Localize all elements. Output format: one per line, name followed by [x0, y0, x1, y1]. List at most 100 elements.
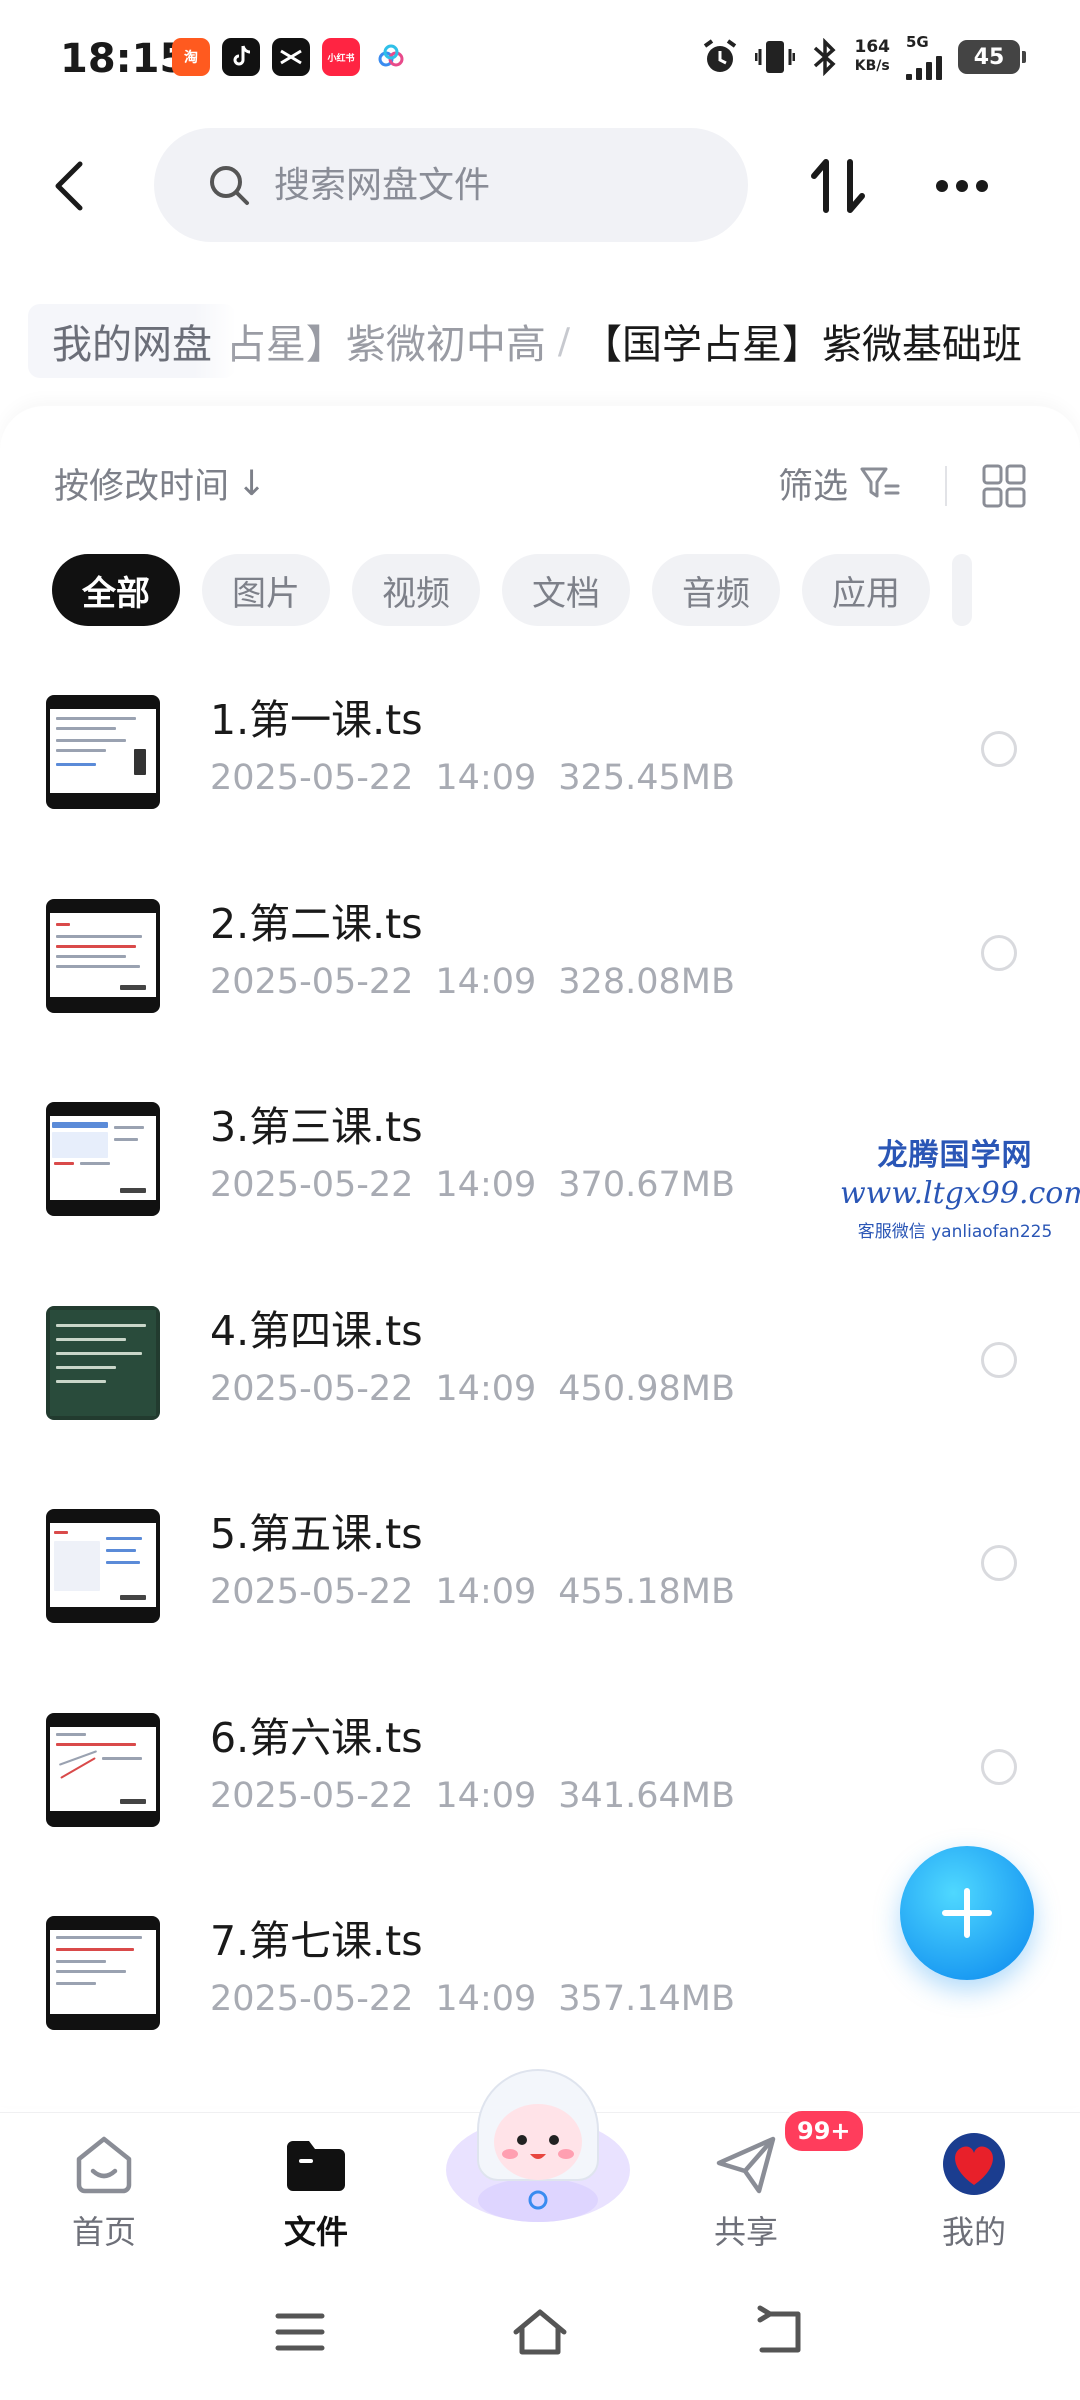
- file-name: 1.第一课.ts: [210, 696, 423, 744]
- sort-order-icon[interactable]: [806, 154, 870, 218]
- sort-label: 按修改时间: [54, 467, 230, 507]
- file-meta: 2025-05-22 14:09 325.45MB: [210, 758, 735, 798]
- breadcrumb-parent-folder[interactable]: 占星】紫微初中高: [226, 312, 546, 370]
- vibrate-icon: [754, 41, 795, 73]
- system-status-icons: 164 KB/s 5G 45: [701, 34, 1026, 80]
- share-notification-badge: 99+: [782, 2108, 866, 2154]
- more-dot-icon: [936, 180, 948, 192]
- plus-icon: [942, 1888, 992, 1938]
- breadcrumb-path: 占星】紫微初中高 / 【国学占星】紫微基础班: [226, 312, 1022, 370]
- file-time: 14:09: [435, 961, 537, 1002]
- file-meta: 2025-05-22 14:09 341.64MB: [210, 1776, 735, 1816]
- file-row[interactable]: 4.第四课.ts 2025-05-22 14:09 450.98MB: [0, 1287, 1080, 1491]
- back-arrow-icon[interactable]: [42, 156, 102, 216]
- file-date: 2025-05-22: [210, 1775, 414, 1816]
- search-bar[interactable]: [154, 128, 748, 242]
- file-time: 14:09: [435, 1775, 537, 1816]
- select-radio[interactable]: [981, 1341, 1017, 1378]
- chip-all[interactable]: 全部: [52, 554, 180, 626]
- battery-indicator: 45: [958, 40, 1026, 74]
- chip-images[interactable]: 图片: [202, 554, 330, 626]
- file-name: 4.第四课.ts: [210, 1306, 423, 1355]
- file-name: 2.第二课.ts: [210, 899, 423, 948]
- status-bar: 18:15 淘 小红书 164 KB/s 5G 45: [0, 0, 1080, 120]
- file-meta: 2025-05-22 14:09 455.18MB: [210, 1572, 735, 1612]
- watermark: 龙腾国学网 www.ltgx99.com 客服微信 yanliaofan225: [840, 1130, 1080, 1242]
- nav-mine-label: 我的: [941, 2213, 1006, 2251]
- file-row[interactable]: 5.第五课.ts 2025-05-22 14:09 455.18MB: [0, 1490, 1080, 1694]
- file-time: 14:09: [435, 1979, 537, 2019]
- file-time: 14:09: [435, 1165, 537, 1205]
- back-button-icon[interactable]: [750, 2302, 810, 2362]
- nav-files[interactable]: 文件: [256, 2113, 376, 2263]
- add-button[interactable]: [900, 1846, 1034, 1980]
- menu-icon[interactable]: [270, 2302, 330, 2362]
- file-date: 2025-05-22: [210, 1979, 414, 2019]
- sort-by-modified-time-button[interactable]: 按修改时间 ↓: [54, 458, 266, 509]
- nav-mine[interactable]: 我的: [914, 2113, 1034, 2263]
- file-size: 325.45MB: [558, 758, 735, 798]
- status-time: 18:15: [60, 36, 188, 82]
- chip-audio[interactable]: 音频: [652, 554, 780, 626]
- filter-label: 筛选: [778, 467, 849, 507]
- chip-more-partial[interactable]: [952, 554, 972, 626]
- alarm-icon: [703, 39, 736, 72]
- file-row[interactable]: 2.第二课.ts 2025-05-22 14:09 328.08MB: [0, 880, 1080, 1084]
- video-thumbnail: [46, 695, 160, 809]
- select-radio[interactable]: [981, 1545, 1017, 1581]
- network-speed: 164 KB/s: [854, 37, 891, 75]
- file-date: 2025-05-22: [210, 961, 414, 1002]
- search-input[interactable]: [272, 163, 716, 207]
- mascot-ai-assistant-button[interactable]: [428, 2050, 648, 2230]
- search-icon: [210, 166, 249, 205]
- file-size: 328.08MB: [558, 961, 735, 1002]
- grid-view-icon[interactable]: [982, 464, 1026, 508]
- file-meta: 2025-05-22 14:09 328.08MB: [210, 962, 735, 1002]
- video-thumbnail: [46, 1509, 160, 1623]
- breadcrumb-current-folder: 【国学占星】紫微基础班: [582, 322, 1022, 368]
- top-bar: [0, 128, 1080, 244]
- video-thumbnail: [46, 898, 160, 1013]
- bluetooth-icon: [813, 38, 836, 76]
- nav-home[interactable]: 首页: [44, 2113, 164, 2263]
- send-icon: [716, 2136, 776, 2194]
- file-size: 357.14MB: [558, 1979, 735, 2019]
- select-radio[interactable]: [981, 934, 1017, 971]
- avatar: [943, 2133, 1005, 2195]
- home-icon: [76, 2136, 132, 2194]
- xiaohongshu-app-icon: 小红书: [322, 38, 360, 76]
- system-navigation-bar: [0, 2262, 1080, 2400]
- select-radio[interactable]: [981, 1748, 1017, 1785]
- more-options-button[interactable]: [930, 154, 994, 218]
- chip-videos[interactable]: 视频: [352, 554, 480, 626]
- chip-apps[interactable]: 应用: [802, 554, 930, 626]
- notification-icons: 淘 小红书: [172, 38, 410, 76]
- file-name: 3.第三课.ts: [210, 1103, 423, 1151]
- file-type-filter-chips: 全部 图片 视频 文档 音频 应用: [52, 554, 972, 626]
- file-date: 2025-05-22: [210, 1572, 414, 1612]
- filter-button[interactable]: 筛选: [778, 458, 900, 509]
- file-date: 2025-05-22: [210, 1368, 414, 1409]
- list-toolbar: 按修改时间 ↓ 筛选: [0, 458, 1080, 518]
- tiktok-app-icon: [222, 38, 260, 76]
- file-row[interactable]: 1.第一课.ts 2025-05-22 14:09 325.45MB: [0, 676, 1080, 880]
- capcut-app-icon: [272, 38, 310, 76]
- file-meta: 2025-05-22 14:09 370.67MB: [210, 1165, 735, 1205]
- video-thumbnail: [46, 1102, 160, 1216]
- watermark-title: 龙腾国学网: [877, 1138, 1033, 1173]
- cloud-drive-app-icon: [372, 38, 410, 76]
- file-name: 7.第七课.ts: [210, 1917, 423, 1965]
- cellular-signal: 5G: [906, 34, 942, 80]
- file-date: 2025-05-22: [210, 1165, 414, 1205]
- home-button-icon[interactable]: [510, 2302, 570, 2362]
- filter-icon: [860, 467, 900, 497]
- breadcrumb-root[interactable]: 我的网盘: [28, 304, 236, 378]
- chip-documents[interactable]: 文档: [502, 554, 630, 626]
- watermark-url: www.ltgx99.com: [840, 1176, 1080, 1211]
- file-size: 450.98MB: [558, 1368, 735, 1409]
- nav-share-label: 共享: [713, 2213, 778, 2251]
- select-radio[interactable]: [981, 731, 1017, 767]
- file-meta: 2025-05-22 14:09 357.14MB: [210, 1979, 735, 2019]
- sort-direction-icon: ↓: [237, 463, 267, 504]
- file-size: 370.67MB: [558, 1165, 735, 1205]
